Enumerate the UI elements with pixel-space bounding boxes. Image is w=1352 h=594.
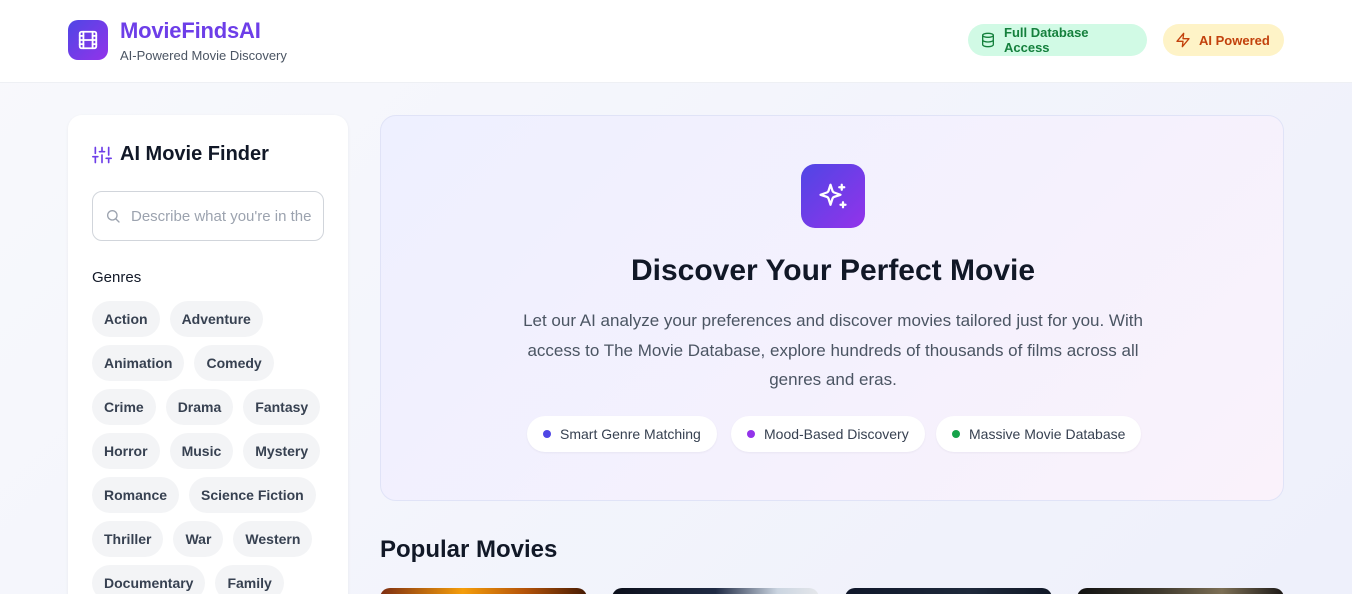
movie-poster[interactable]	[380, 588, 587, 594]
genre-chip-action[interactable]: Action	[92, 301, 160, 337]
genre-chip-documentary[interactable]: Documentary	[92, 565, 206, 594]
film-icon[interactable]	[68, 20, 108, 60]
genre-chip-western[interactable]: Western	[233, 521, 313, 557]
database-icon	[982, 32, 994, 48]
full-database-badge: Full Database Access	[968, 24, 1147, 56]
genre-chip-music[interactable]: Music	[169, 433, 234, 469]
hero-title: Discover Your Perfect Movie	[630, 254, 1036, 287]
feature-mood-based-discovery: Mood-Based Discovery	[731, 416, 925, 452]
ai-powered-badge-label: AI Powered	[1199, 32, 1270, 48]
panel-title: AI Movie Finder	[92, 143, 269, 166]
genre-chip-adventure[interactable]: Adventure	[169, 301, 263, 337]
genre-chip-war[interactable]: War	[173, 521, 224, 557]
mood-search-input[interactable]	[131, 207, 311, 225]
movie-poster[interactable]	[612, 588, 819, 594]
ai-powered-badge: AI Powered	[1163, 24, 1284, 56]
zap-icon	[1176, 32, 1190, 48]
feature-label: Smart Genre Matching	[560, 426, 701, 442]
brand-name[interactable]: MovieFindsAI	[120, 18, 261, 44]
full-database-badge-label: Full Database Access	[1004, 25, 1089, 55]
genre-chip-animation[interactable]: Animation	[92, 345, 185, 381]
genre-chip-mystery[interactable]: Mystery	[243, 433, 321, 469]
genre-chip-horror[interactable]: Horror	[92, 433, 160, 469]
panel-title-text: AI Movie Finder	[120, 143, 269, 165]
genre-chip-family[interactable]: Family	[215, 565, 284, 594]
feature-label: Mood-Based Discovery	[764, 426, 909, 442]
genre-chip-comedy[interactable]: Comedy	[194, 345, 274, 381]
genre-chip-thriller[interactable]: Thriller	[92, 521, 164, 557]
discover-hero: Discover Your Perfect Movie Let our AI a…	[380, 115, 1284, 501]
genres-heading: Genres	[92, 269, 142, 286]
hero-description: Let our AI analyze your preferences and …	[523, 311, 1143, 389]
genre-chip-list: Action Adventure Animation Comedy Crime …	[92, 301, 332, 594]
mood-search-field[interactable]	[92, 191, 324, 241]
popular-movies-heading: Popular Movies	[380, 536, 558, 563]
feature-massive-movie-database: Massive Movie Database	[936, 416, 1142, 452]
feature-dot	[952, 430, 960, 438]
brand-tagline: AI-Powered Movie Discovery	[120, 48, 287, 63]
movie-poster[interactable]	[1077, 588, 1284, 594]
feature-dot	[747, 430, 755, 438]
search-icon	[107, 210, 120, 223]
genre-chip-romance[interactable]: Romance	[92, 477, 180, 513]
ai-movie-finder-panel: AI Movie Finder Genres Action Adventure …	[68, 115, 348, 594]
genre-chip-drama[interactable]: Drama	[165, 389, 234, 425]
movie-poster[interactable]	[845, 588, 1052, 594]
feature-smart-genre-matching: Smart Genre Matching	[527, 416, 717, 452]
genre-chip-fantasy[interactable]: Fantasy	[243, 389, 321, 425]
feature-dot	[543, 430, 551, 438]
genre-chip-crime[interactable]: Crime	[92, 389, 156, 425]
feature-label: Massive Movie Database	[969, 426, 1126, 442]
sliders-icon	[92, 146, 112, 163]
sparkles-icon	[801, 164, 865, 228]
genre-chip-science-fiction[interactable]: Science Fiction	[189, 477, 316, 513]
app-header: MovieFindsAI AI-Powered Movie Discovery …	[0, 0, 1352, 83]
